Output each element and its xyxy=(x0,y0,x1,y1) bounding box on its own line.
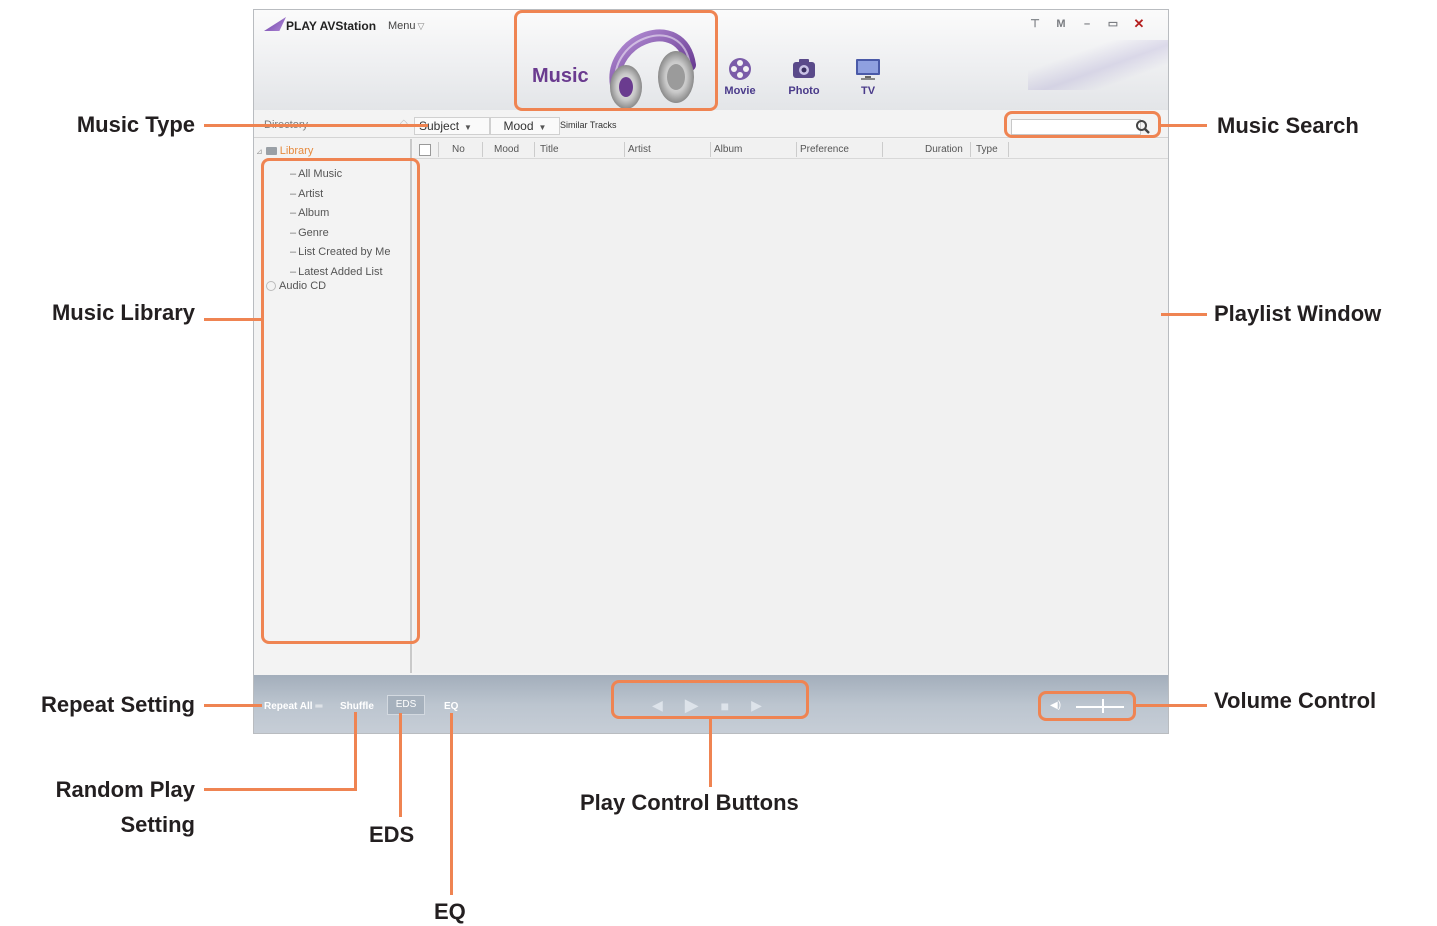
library-root[interactable]: ⊿ Library xyxy=(256,145,313,157)
column-divider xyxy=(970,142,971,157)
label-music-type: Music Type xyxy=(76,112,195,137)
column-album[interactable]: Album xyxy=(714,144,742,155)
column-duration[interactable]: Duration xyxy=(925,144,963,155)
column-divider xyxy=(624,142,625,157)
callout-line-random-horizontal xyxy=(204,788,357,791)
label-volume-control: Volume Control xyxy=(1214,688,1377,713)
callout-line-random-vertical xyxy=(354,712,357,791)
column-divider xyxy=(438,142,439,157)
eq-button[interactable]: EQ xyxy=(444,701,458,712)
column-artist[interactable]: Artist xyxy=(628,144,651,155)
eds-button[interactable]: EDS xyxy=(387,695,425,715)
mood-filter-label: Mood xyxy=(503,119,534,133)
callout-line-volume xyxy=(1136,704,1207,707)
tab-movie[interactable]: Movie xyxy=(720,55,760,97)
collapse-icon[interactable]: ⊿ xyxy=(256,147,263,156)
label-music-search: Music Search xyxy=(1217,113,1359,138)
close-icon[interactable]: ✕ xyxy=(1128,15,1150,33)
camera-icon xyxy=(793,59,815,78)
shuffle-button[interactable]: Shuffle xyxy=(340,701,374,712)
highlight-volume xyxy=(1038,691,1136,721)
callout-line-eq xyxy=(450,713,453,895)
mood-filter-dropdown[interactable]: Mood ▼ xyxy=(490,117,560,135)
highlight-music-tab xyxy=(514,10,718,111)
label-eds: EDS xyxy=(369,822,415,847)
similar-tracks-button[interactable]: Similar Tracks xyxy=(560,120,617,130)
chevron-down-icon: ▽ xyxy=(417,21,425,31)
callout-line-play-controls xyxy=(709,719,712,787)
label-play-control-buttons: Play Control Buttons xyxy=(580,790,799,815)
playlist-header: No Mood Title Artist Album Preference Du… xyxy=(414,141,1168,159)
menu-button[interactable]: Menu ▽ xyxy=(388,20,424,32)
restore-icon[interactable]: ▭ xyxy=(1102,15,1124,33)
menu-label: Menu xyxy=(388,20,416,32)
callout-line-playlist xyxy=(1161,313,1207,316)
tab-photo[interactable]: Photo xyxy=(784,55,824,97)
column-title[interactable]: Title xyxy=(540,144,559,155)
column-type[interactable]: Type xyxy=(976,144,998,155)
dropdown-arrow-icon: ▼ xyxy=(464,123,472,132)
select-all-checkbox[interactable] xyxy=(419,144,431,156)
callout-line-music-type xyxy=(204,124,428,127)
label-random-play-line1: Random Play xyxy=(55,777,195,802)
repeat-label: Repeat All xyxy=(264,701,313,712)
tab-photo-label: Photo xyxy=(788,85,820,97)
repeat-button[interactable]: Repeat All ═ xyxy=(264,701,322,712)
tab-movie-label: Movie xyxy=(724,85,756,97)
repeat-icon: ═ xyxy=(315,701,323,712)
label-repeat-setting: Repeat Setting xyxy=(40,692,195,717)
mini-mode-button[interactable]: M xyxy=(1050,15,1072,33)
column-divider xyxy=(882,142,883,157)
label-music-library: Music Library xyxy=(51,300,195,325)
dropdown-arrow-icon: ▼ xyxy=(538,123,547,132)
callout-line-music-library xyxy=(204,318,262,321)
tab-tv-label: TV xyxy=(860,85,876,97)
folder-icon xyxy=(265,147,277,155)
callout-line-music-search xyxy=(1161,124,1207,127)
callout-line-repeat xyxy=(204,704,262,707)
column-divider xyxy=(1008,142,1009,157)
minimize-icon[interactable]: – xyxy=(1076,15,1098,33)
playlist-window[interactable]: No Mood Title Artist Album Preference Du… xyxy=(414,139,1168,673)
tab-tv[interactable]: TV xyxy=(848,55,888,97)
app-title: PLAY AVStation xyxy=(286,19,377,33)
app-logo-icon xyxy=(264,17,286,31)
column-divider xyxy=(482,142,483,157)
label-random-play-line2: Setting xyxy=(120,812,195,837)
column-mood[interactable]: Mood xyxy=(494,144,519,155)
column-divider xyxy=(710,142,711,157)
monitor-icon xyxy=(856,59,880,80)
highlight-music-library xyxy=(261,158,420,644)
column-divider xyxy=(796,142,797,157)
label-eq: EQ xyxy=(434,899,466,924)
film-reel-icon xyxy=(729,58,751,80)
media-tabs: Movie Photo TV xyxy=(720,55,888,97)
label-playlist-window: Playlist Window xyxy=(1214,301,1382,326)
column-divider xyxy=(534,142,535,157)
column-preference[interactable]: Preference xyxy=(800,144,849,155)
pin-icon[interactable]: ⊤ xyxy=(1024,15,1046,33)
column-no[interactable]: No xyxy=(452,144,465,155)
callout-line-eds xyxy=(399,713,402,817)
highlight-play-controls xyxy=(611,680,809,719)
window-controls: ⊤ M – ▭ ✕ xyxy=(1024,15,1150,33)
library-root-label: Library xyxy=(279,145,314,157)
highlight-music-search xyxy=(1004,111,1161,138)
